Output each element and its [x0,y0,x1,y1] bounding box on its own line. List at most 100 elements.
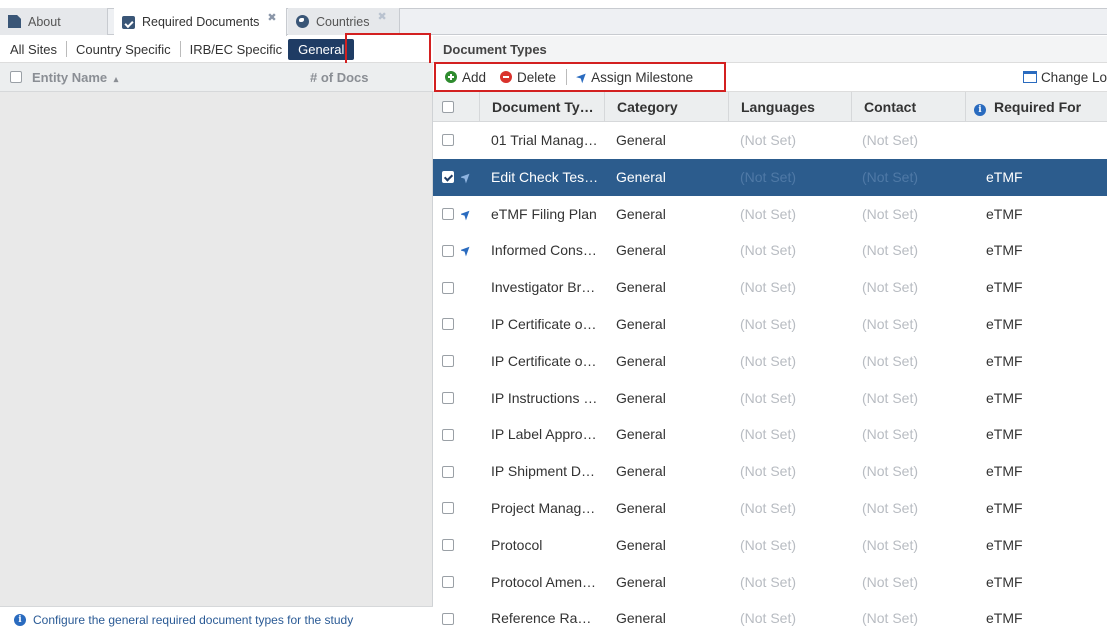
table-row[interactable]: Protocol Amen… General (Not Set) (Not Set) e… [433,564,1107,601]
cell-document-type: Reference Ra… [491,610,592,627]
entity-list [0,92,433,606]
row-checkbox[interactable] [442,343,454,380]
cell-document-type: eTMF Filing Plan [491,205,597,222]
table-row[interactable]: 01 Trial Manag… General (Not Set) (Not Set) [433,122,1107,159]
select-all-checkbox[interactable] [442,101,454,113]
document-icon [8,15,21,28]
cell-document-type: IP Instructions … [491,389,598,406]
cell-document-type: IP Shipment D… [491,463,596,480]
filter-all-sites[interactable]: All Sites [10,42,57,57]
cell-languages: (Not Set) [740,426,797,443]
divider [179,41,181,57]
row-checkbox[interactable] [442,490,454,527]
add-icon [445,71,457,83]
cell-required-for: eTMF [986,279,1023,296]
row-checkbox[interactable] [442,564,454,601]
column-entity-name[interactable]: Entity Name ▴ [32,70,118,85]
table-row[interactable]: Project Manag… General (Not Set) (Not Set) e… [433,490,1107,527]
column-required-for[interactable]: i Required For [965,92,1107,122]
cell-required-for: eTMF [986,352,1023,369]
row-checkbox[interactable] [442,600,454,633]
table-row[interactable]: Reference Ra… General (Not Set) (Not Set) eT… [433,600,1107,633]
info-icon[interactable]: i [974,104,986,116]
cell-languages: (Not Set) [740,279,797,296]
cell-required-for: eTMF [986,573,1023,590]
table-row[interactable]: IP Certificate o… General (Not Set) (Not Se… [433,343,1107,380]
column-document-type[interactable]: Document Ty… [479,92,603,122]
cell-required-for: eTMF [986,315,1023,332]
tab-about[interactable]: About [0,8,108,35]
divider [65,41,67,57]
select-all-entities-checkbox[interactable] [10,71,22,83]
cell-languages: (Not Set) [740,168,797,185]
column-required-for-label: Required For [994,99,1082,115]
cell-required-for: eTMF [986,242,1023,259]
table-row[interactable]: IP Shipment D… General (Not Set) (Not Set) e… [433,453,1107,490]
cell-category: General [616,168,666,185]
table-row[interactable]: ➤ eTMF Filing Plan General (Not Set) (Not Se… [433,196,1107,233]
cell-languages: (Not Set) [740,315,797,332]
row-checkbox[interactable] [442,380,454,417]
footer-hint: i Configure the general required documen… [0,606,433,633]
row-checkbox[interactable] [442,306,454,343]
row-checkbox[interactable] [442,269,454,306]
document-types-grid: 01 Trial Manag… General (Not Set) (Not Set)… [433,122,1107,633]
cell-required-for: eTMF [986,168,1023,185]
row-checkbox[interactable] [442,232,454,269]
cell-category: General [616,352,666,369]
close-tab-required-documents-icon[interactable]: ✖ [267,11,276,24]
table-row[interactable]: Investigator Br… General (Not Set) (Not Set… [433,269,1107,306]
cell-category: General [616,279,666,296]
row-checkbox[interactable] [442,527,454,564]
cell-document-type: Investigator Br… [491,279,596,296]
divider [566,69,568,85]
table-row[interactable]: IP Certificate o… General (Not Set) (Not Se… [433,306,1107,343]
clipboard-check-icon [122,15,135,29]
column-languages[interactable]: Languages [728,92,851,122]
panel-title: Document Types [433,36,1107,63]
cell-languages: (Not Set) [740,132,797,148]
tab-countries[interactable]: Countries ✖ [288,8,400,35]
cell-contact: (Not Set) [862,205,919,222]
table-row[interactable]: IP Label Appro… General (Not Set) (Not Set)… [433,416,1107,453]
cell-category: General [616,610,666,627]
cell-required-for: eTMF [986,463,1023,480]
filter-country-specific[interactable]: Country Specific [76,42,171,57]
cell-category: General [616,132,666,148]
tab-bar: About Required Documents ✖ Countries ✖ [0,0,1107,36]
row-checkbox[interactable] [442,122,454,159]
tab-required-documents[interactable]: Required Documents ✖ [114,8,287,36]
cell-languages: (Not Set) [740,205,797,222]
row-checkbox[interactable] [442,416,454,453]
delete-button[interactable]: Delete [500,70,556,85]
assign-milestone-button[interactable]: ➤ Assign Milestone [574,68,694,85]
layout-icon [1022,71,1037,83]
row-checkbox[interactable] [442,159,454,196]
close-tab-countries-icon[interactable]: ✖ [378,10,387,23]
table-row[interactable]: Protocol General (Not Set) (Not Set) eTMF [433,527,1107,564]
cell-languages: (Not Set) [740,610,797,627]
cell-document-type: 01 Trial Manag… [491,132,598,148]
cell-document-type: Project Manag… [491,499,596,516]
add-button[interactable]: Add [445,70,486,85]
filter-irb-ec-specific[interactable]: IRB/EC Specific [190,42,282,57]
cell-document-type: IP Certificate o… [491,315,597,332]
table-row[interactable]: ➤ Informed Cons… General (Not Set) (Not Set)… [433,232,1107,269]
cell-document-type: Protocol Amen… [491,573,597,590]
row-checkbox[interactable] [442,453,454,490]
change-layout-button[interactable]: Change Lo [1022,70,1107,85]
filter-general[interactable]: General [288,38,355,60]
column-num-docs[interactable]: # of Docs [310,70,369,85]
column-entity-name-label: Entity Name [32,69,108,85]
row-checkbox[interactable] [442,196,454,233]
cell-languages: (Not Set) [740,536,797,553]
cell-contact: (Not Set) [862,168,919,185]
column-category[interactable]: Category [604,92,728,122]
cell-document-type: IP Certificate o… [491,352,597,369]
table-row[interactable]: ➤ Edit Check Tes… General (Not Set) (Not Set… [433,158,1107,196]
cell-category: General [616,205,666,222]
cell-required-for: eTMF [986,205,1023,222]
table-row[interactable]: IP Instructions … General (Not Set) (Not Se… [433,380,1107,417]
column-contact[interactable]: Contact [851,92,965,122]
delete-button-label: Delete [517,69,557,85]
